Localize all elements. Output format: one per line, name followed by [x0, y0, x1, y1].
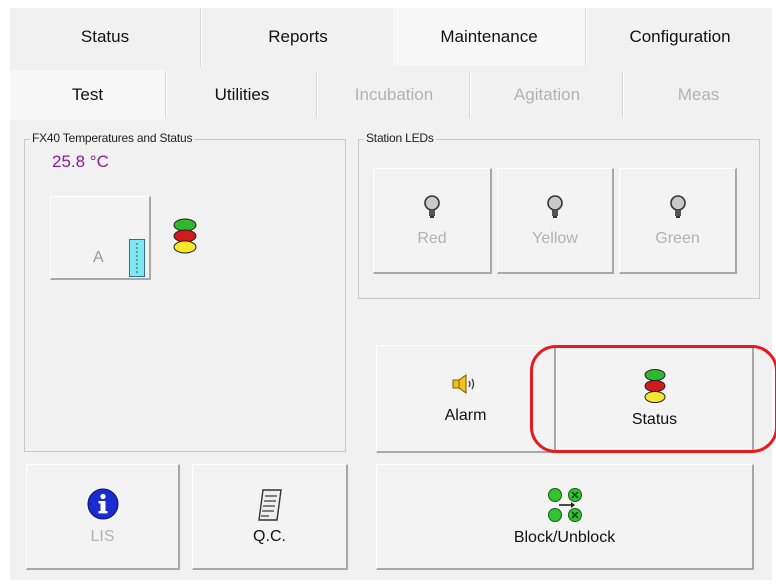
traffic-light-icon [173, 218, 197, 263]
incubator-slot-a[interactable]: A [50, 196, 151, 280]
subtab-incubation[interactable]: Incubation [319, 70, 469, 120]
tube-rack-icon [129, 239, 145, 277]
led-red-button[interactable]: Red [373, 168, 492, 274]
tab-maintenance[interactable]: Maintenance [393, 8, 585, 66]
light-bulb-icon [669, 194, 686, 218]
highlight-circle [530, 345, 776, 453]
led-green-button[interactable]: Green [619, 168, 737, 274]
tab-separator [316, 72, 318, 118]
temperature-status-panel [24, 139, 346, 452]
tab-separator [622, 72, 624, 118]
qc-label: Q.C. [253, 527, 286, 545]
slot-label: A [93, 249, 104, 266]
block-unblock-button[interactable]: Block/Unblock [376, 464, 754, 570]
tab-configuration[interactable]: Configuration [588, 8, 772, 66]
lis-button[interactable]: LIS [26, 464, 180, 570]
tab-separator [200, 8, 202, 66]
block-unblock-icon [547, 487, 582, 522]
tab-separator [165, 72, 167, 118]
temperature-panel-title: FX40 Temperatures and Status [30, 131, 195, 145]
alarm-button[interactable]: Alarm [376, 345, 556, 453]
tab-status[interactable]: Status [10, 8, 200, 66]
led-yellow-label: Yellow [532, 229, 578, 247]
temperature-readout: 25.8 °C [52, 152, 109, 171]
station-leds-title: Station LEDs [364, 131, 436, 145]
tab-separator [469, 72, 471, 118]
speaker-icon [452, 373, 474, 394]
subtab-utilities[interactable]: Utilities [168, 70, 316, 120]
subtab-test[interactable]: Test [10, 70, 165, 120]
qc-button[interactable]: Q.C. [192, 464, 348, 570]
alarm-label: Alarm [444, 406, 487, 424]
light-bulb-icon [547, 194, 563, 218]
info-icon [87, 488, 118, 519]
document-icon [257, 488, 282, 521]
lis-label: LIS [90, 527, 115, 545]
led-yellow-button[interactable]: Yellow [497, 168, 614, 274]
block-unblock-label: Block/Unblock [513, 528, 616, 546]
led-red-label: Red [417, 229, 447, 247]
light-bulb-icon [424, 194, 440, 218]
tab-reports[interactable]: Reports [203, 8, 393, 66]
tab-separator [585, 8, 587, 66]
subtab-meas[interactable]: Meas [625, 70, 772, 120]
subtab-agitation[interactable]: Agitation [472, 70, 622, 120]
led-green-label: Green [655, 229, 700, 247]
